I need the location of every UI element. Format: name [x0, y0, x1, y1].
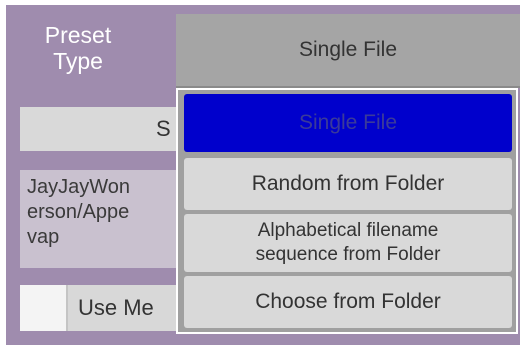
dropdown-option-random-from-folder[interactable]: Random from Folder: [184, 158, 512, 210]
dropdown-option-choose-from-folder[interactable]: Choose from Folder: [184, 276, 512, 328]
preset-type-label-line1: Preset: [44, 22, 112, 48]
dropdown-option-label: Random from Folder: [251, 172, 445, 195]
preset-type-selected-value: Single File: [298, 38, 398, 61]
dropdown-option-label-line2: sequence from Folder: [255, 244, 441, 265]
dropdown-option-single-file[interactable]: Single File: [184, 94, 512, 152]
partial-button-label: S: [156, 116, 171, 141]
use-me-toggle-label: Use Me: [78, 295, 154, 320]
preset-type-select[interactable]: Single File: [176, 14, 520, 88]
dropdown-option-alphabetical-sequence[interactable]: Alphabetical filename sequence from Fold…: [184, 214, 512, 272]
dropdown-option-label-line1: Alphabetical filename: [257, 220, 439, 241]
path-text-line1: JayJayWon: [27, 176, 131, 198]
preset-type-label-line2: Type: [53, 48, 103, 74]
preset-type-dropdown: Single File Random from Folder Alphabeti…: [176, 88, 518, 334]
dropdown-option-label: Single File: [298, 111, 398, 134]
dropdown-option-label: Choose from Folder: [255, 290, 441, 313]
use-me-checkbox[interactable]: [20, 285, 68, 331]
preset-type-label: Preset Type: [22, 22, 134, 74]
path-text-line3: vap: [27, 226, 60, 248]
path-text-line2: erson/Appe: [27, 201, 130, 223]
